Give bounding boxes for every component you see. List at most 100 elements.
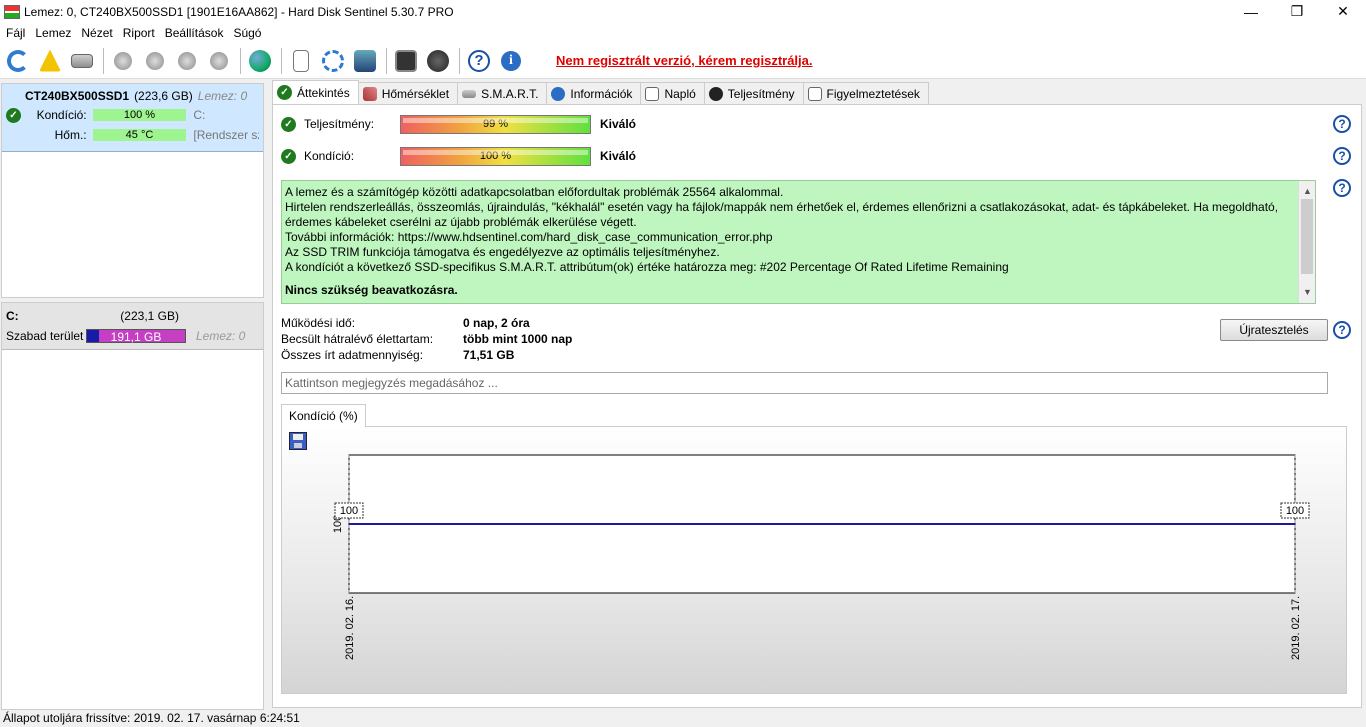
message-line: Az SSD TRIM funkciója támogatva és enged… (285, 245, 720, 259)
volume-card[interactable]: C: (223,1 GB) Szabad terület 191,1 GB Le… (1, 302, 264, 710)
performance-rating: Kiváló (600, 117, 637, 131)
tab-label: Napló (664, 86, 696, 101)
terminal-icon (395, 49, 417, 72)
retest-button[interactable]: Újratesztelés (1220, 319, 1328, 341)
help-icon[interactable]: ? (1333, 147, 1351, 165)
tab-label: S.M.A.R.T. (481, 86, 539, 101)
alert-button[interactable] (35, 46, 65, 76)
menu-settings[interactable]: Beállítások (162, 26, 231, 40)
info-button[interactable]: i (496, 46, 526, 76)
note-input[interactable] (281, 372, 1328, 394)
scrollbar-thumb[interactable] (1301, 199, 1313, 274)
help-icon: ? (468, 49, 490, 72)
message-line: A kondíciót a következő SSD-specifikus S… (285, 260, 1009, 274)
condition-rating: Kiváló (600, 149, 637, 163)
menu-file[interactable]: Fájl (3, 26, 32, 40)
window-title: Lemez: 0, CT240BX500SSD1 [1901E16AA862] … (24, 4, 454, 19)
globe-button[interactable] (245, 46, 275, 76)
tab-overview[interactable]: ✓ Áttekintés (272, 80, 359, 104)
left-panel: CT240BX500SSD1 (223,6 GB) Lemez: 0 ✓ Kon… (0, 80, 266, 710)
probe-check-icon (146, 51, 164, 70)
toolbar-separator (459, 47, 460, 74)
uptime-value: 0 nap, 2 óra (463, 316, 530, 330)
performance-row: ✓ Teljesítmény: 99 % Kiváló (281, 113, 636, 135)
message-scrollbar[interactable]: ▲ ▼ (1298, 181, 1315, 303)
menu-report[interactable]: Riport (120, 26, 162, 40)
condition-bar: 100 % (92, 109, 187, 121)
gauge-icon (708, 86, 723, 101)
menu-disk[interactable]: Lemez (32, 26, 78, 40)
app-icon (4, 4, 20, 19)
menu-bar: Fájl Lemez Nézet Riport Beállítások Súgó (0, 23, 1366, 43)
chart-tab-condition[interactable]: Kondíció (%) (281, 404, 366, 427)
maximize-button[interactable]: ❐ (1274, 0, 1320, 23)
menu-view[interactable]: Nézet (78, 26, 119, 40)
menu-help[interactable]: Súgó (230, 26, 268, 40)
log-icon (645, 86, 660, 101)
refresh-button[interactable] (3, 46, 33, 76)
refresh-icon (7, 49, 29, 72)
help-icon[interactable]: ? (1333, 179, 1351, 197)
message-line: Hirtelen rendszerleállás, összeomlás, új… (285, 200, 1279, 229)
tab-smart[interactable]: S.M.A.R.T. (457, 82, 548, 104)
speaker-button[interactable] (423, 46, 453, 76)
data-label: 100 (340, 505, 358, 517)
temperature-extra: [Rendszer szá (193, 128, 259, 142)
tab-bar: ✓ Áttekintés Hőmérséklet S.M.A.R.T. Infor… (272, 80, 929, 104)
probe-search-button[interactable] (204, 46, 234, 76)
tab-temperature[interactable]: Hőmérséklet (357, 82, 459, 104)
info-icon (551, 86, 566, 101)
help-icon[interactable]: ? (1333, 321, 1351, 339)
disk-card-header[interactable]: CT240BX500SSD1 (223,6 GB) Lemez: 0 ✓ Kon… (2, 84, 263, 152)
network-button[interactable] (350, 46, 380, 76)
network-icon (354, 49, 376, 72)
written-label: Összes írt adatmennyiség: (281, 348, 424, 362)
temperature-label: Hőm.: (54, 128, 87, 142)
scroll-up-arrow[interactable]: ▲ (1303, 184, 1312, 199)
sync-button[interactable] (318, 46, 348, 76)
volume-header[interactable]: C: (223,1 GB) Szabad terület 191,1 GB Le… (2, 303, 263, 350)
speaker-icon (427, 49, 449, 72)
check-icon: ✓ (281, 148, 296, 164)
toolbar-separator (281, 47, 282, 74)
x-tick-label: 2019. 02. 16. (344, 596, 356, 660)
tab-label: Áttekintés (297, 85, 350, 100)
tab-log[interactable]: Napló (640, 82, 705, 104)
check-icon: ✓ (6, 107, 21, 123)
probe-ok-button[interactable] (172, 46, 202, 76)
disk-id: Lemez: 0 (197, 89, 248, 103)
help-button[interactable]: ? (464, 46, 494, 76)
performance-label: Teljesítmény: (304, 117, 375, 131)
save-icon[interactable] (289, 432, 307, 450)
lifetime-label: Becsült hátralévő élettartam: (281, 332, 434, 346)
probe-ok-icon (178, 51, 196, 70)
help-icon[interactable]: ? (1333, 115, 1351, 133)
check-icon: ✓ (277, 85, 292, 100)
probe-search-icon (210, 51, 228, 70)
scroll-down-arrow[interactable]: ▼ (1303, 285, 1312, 300)
terminal-button[interactable] (391, 46, 421, 76)
tab-alerts[interactable]: Figyelmeztetések (802, 82, 929, 104)
status-message-box[interactable]: A lemez és a számítógép közötti adatkapc… (281, 180, 1316, 304)
close-button[interactable]: ✕ (1320, 0, 1366, 23)
disk-name: CT240BX500SSD1 (25, 89, 130, 103)
disk-button[interactable] (67, 46, 97, 76)
alerts-icon (807, 86, 822, 101)
disk-card[interactable]: CT240BX500SSD1 (223,6 GB) Lemez: 0 ✓ Kon… (1, 83, 264, 298)
temperature-bar: 45 °C (92, 129, 187, 141)
condition-chart: 100 100 2019. 02. 16. 100 2019. 02. 17. (281, 426, 1347, 694)
document-button[interactable] (286, 46, 316, 76)
probe-check-button[interactable] (140, 46, 170, 76)
status-bar: Állapot utoljára frissítve: 2019. 02. 17… (0, 710, 1366, 727)
message-summary: Nincs szükség beavatkozásra. (285, 283, 458, 297)
uptime-row: Működési idő: 0 nap, 2 óra (281, 316, 530, 332)
tab-performance[interactable]: Teljesítmény (703, 82, 804, 104)
tab-label: Információk (570, 86, 633, 101)
probe-button[interactable] (108, 46, 138, 76)
tab-label: Hőmérséklet (381, 86, 450, 101)
condition-label: Kondíció: (36, 108, 87, 122)
register-link[interactable]: Nem regisztrált verzió, kérem regisztrál… (556, 53, 813, 68)
tab-information[interactable]: Információk (546, 82, 642, 104)
condition-extra: C: (193, 108, 206, 122)
minimize-button[interactable]: — (1228, 0, 1274, 23)
